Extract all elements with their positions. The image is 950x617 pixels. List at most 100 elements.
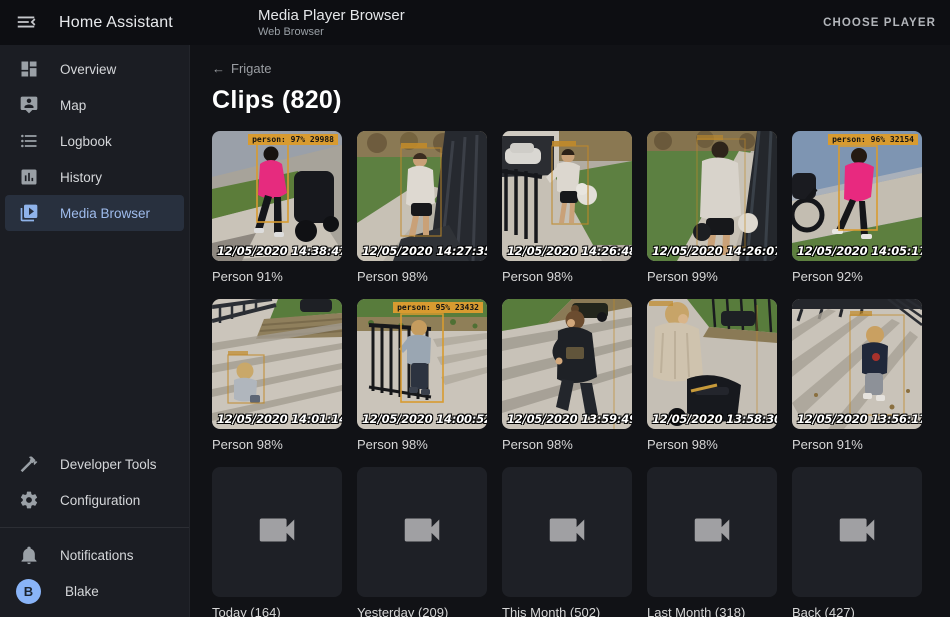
sidebar: Overview Map Logbook History Media Brows… (0, 45, 190, 617)
folder-item-yesterday[interactable]: Yesterday (209) (357, 467, 487, 617)
play-box-multiple-icon (19, 203, 39, 223)
bell-icon (19, 545, 39, 565)
clip-timestamp: 12/05/2020 13:56:17 (797, 412, 920, 426)
clip-item[interactable]: 12/05/2020 13:58:30 Person 98% (647, 299, 777, 453)
clip-scene-image (502, 299, 632, 429)
clip-item[interactable]: 12/05/2020 13:56:17 Person 91% (792, 299, 922, 453)
clip-thumbnail: 12/05/2020 14:26:07 (647, 131, 777, 261)
clip-scene-image (212, 299, 342, 429)
clip-item[interactable]: 12/05/2020 14:26:48 Person 98% (502, 131, 632, 285)
detection-tag: person: 95% 23432 (393, 302, 483, 313)
video-camera-icon (254, 507, 300, 558)
clip-scene-image (212, 131, 342, 261)
sidebar-toggle-button[interactable] (15, 11, 39, 35)
sidebar-item-map[interactable]: Map (5, 87, 184, 123)
clip-caption: Person 98% (212, 437, 342, 453)
folder-item-this-month[interactable]: This Month (502) (502, 467, 632, 617)
top-app-bar: Home Assistant Media Player Browser Web … (0, 0, 950, 45)
sidebar-item-notifications[interactable]: Notifications (5, 537, 184, 573)
sidebar-footer: Notifications B Blake (0, 537, 189, 617)
media-browser-content: ← Frigate Clips (820) (191, 45, 950, 617)
back-arrow-icon: ← (212, 61, 225, 76)
page-title: Clips (820) (212, 86, 950, 115)
clip-timestamp: 12/05/2020 13:59:49 (507, 412, 630, 426)
detection-tag: person: 97% 29988 (248, 134, 338, 145)
sidebar-item-logbook[interactable]: Logbook (5, 123, 184, 159)
sidebar-item-history[interactable]: History (5, 159, 184, 195)
clip-thumbnail: person: 95% 23432 12/05/2020 14:00:52 (357, 299, 487, 429)
folder-tile (502, 467, 632, 597)
folder-tile (212, 467, 342, 597)
clip-caption: Person 91% (792, 437, 922, 453)
media-player-subtitle: Web Browser (258, 26, 405, 38)
breadcrumb-back[interactable]: ← Frigate (212, 61, 271, 76)
video-camera-icon (544, 507, 590, 558)
clip-thumbnail: person: 97% 29988 12/05/2020 14:38:47 (212, 131, 342, 261)
folder-item-today[interactable]: Today (164) (212, 467, 342, 617)
clip-thumbnail: 12/05/2020 14:01:14 (212, 299, 342, 429)
map-account-icon (19, 95, 39, 115)
sidebar-item-label: History (60, 170, 102, 185)
choose-player-button[interactable]: CHOOSE PLAYER (823, 0, 936, 45)
clip-item[interactable]: person: 96% 32154 12/05/2020 14:05:17 Pe… (792, 131, 922, 285)
folder-caption: This Month (502) (502, 605, 632, 617)
clip-item[interactable]: 12/05/2020 14:01:14 Person 98% (212, 299, 342, 453)
clip-scene-image (647, 131, 777, 261)
clip-caption: Person 98% (502, 437, 632, 453)
clip-timestamp: 12/05/2020 14:05:17 (797, 244, 920, 258)
clip-thumbnail: person: 96% 32154 12/05/2020 14:05:17 (792, 131, 922, 261)
clip-item[interactable]: person: 97% 29988 12/05/2020 14:38:47 Pe… (212, 131, 342, 285)
home-assistant-app: Home Assistant Media Player Browser Web … (0, 0, 950, 617)
folder-caption: Today (164) (212, 605, 342, 617)
clips-grid: person: 97% 29988 12/05/2020 14:38:47 Pe… (212, 131, 950, 617)
clip-item[interactable]: 12/05/2020 14:27:35 Person 98% (357, 131, 487, 285)
folder-caption: Last Month (318) (647, 605, 777, 617)
video-camera-icon (689, 507, 735, 558)
clip-caption: Person 98% (357, 437, 487, 453)
folder-caption: Back (427) (792, 605, 922, 617)
clip-item[interactable]: 12/05/2020 14:26:07 Person 99% (647, 131, 777, 285)
detection-tag: person: 96% 32154 (828, 134, 918, 145)
sidebar-item-label: Media Browser (60, 206, 150, 221)
clip-caption: Person 91% (212, 269, 342, 285)
sidebar-item-label: Notifications (60, 548, 134, 563)
sidebar-item-media-browser[interactable]: Media Browser (5, 195, 184, 231)
clip-timestamp: 12/05/2020 14:01:14 (217, 412, 340, 426)
clip-scene-image (647, 299, 777, 429)
clip-caption: Person 98% (357, 269, 487, 285)
clip-timestamp: 12/05/2020 13:58:30 (652, 412, 775, 426)
folder-tile (792, 467, 922, 597)
sidebar-item-developer-tools[interactable]: Developer Tools (5, 446, 184, 482)
clip-caption: Person 98% (502, 269, 632, 285)
sidebar-divider (0, 527, 189, 528)
folder-tile (647, 467, 777, 597)
chart-box-icon (19, 167, 39, 187)
clip-item[interactable]: person: 95% 23432 12/05/2020 14:00:52 Pe… (357, 299, 487, 453)
clip-timestamp: 12/05/2020 14:27:35 (362, 244, 485, 258)
media-player-header: Media Player Browser Web Browser (258, 7, 405, 38)
clip-caption: Person 92% (792, 269, 922, 285)
clip-timestamp: 12/05/2020 14:00:52 (362, 412, 485, 426)
sidebar-item-label: Overview (60, 62, 116, 77)
clip-thumbnail: 12/05/2020 14:26:48 (502, 131, 632, 261)
clip-scene-image (792, 131, 922, 261)
clip-timestamp: 12/05/2020 14:26:48 (507, 244, 630, 258)
media-player-title: Media Player Browser (258, 7, 405, 24)
sidebar-item-label: Map (60, 98, 86, 113)
video-camera-icon (834, 507, 880, 558)
clip-thumbnail: 12/05/2020 13:58:30 (647, 299, 777, 429)
menu-open-icon (15, 20, 37, 37)
sidebar-item-profile[interactable]: B Blake (5, 573, 184, 609)
video-camera-icon (399, 507, 445, 558)
folder-item-last-month[interactable]: Last Month (318) (647, 467, 777, 617)
clip-item[interactable]: 12/05/2020 13:59:49 Person 98% (502, 299, 632, 453)
sidebar-item-label: Blake (65, 584, 99, 599)
clip-scene-image (792, 299, 922, 429)
sidebar-item-label: Configuration (60, 493, 140, 508)
folder-item-back[interactable]: Back (427) (792, 467, 922, 617)
sidebar-item-label: Developer Tools (60, 457, 157, 472)
folder-caption: Yesterday (209) (357, 605, 487, 617)
sidebar-item-overview[interactable]: Overview (5, 51, 184, 87)
folder-tile (357, 467, 487, 597)
sidebar-item-configuration[interactable]: Configuration (5, 482, 184, 518)
